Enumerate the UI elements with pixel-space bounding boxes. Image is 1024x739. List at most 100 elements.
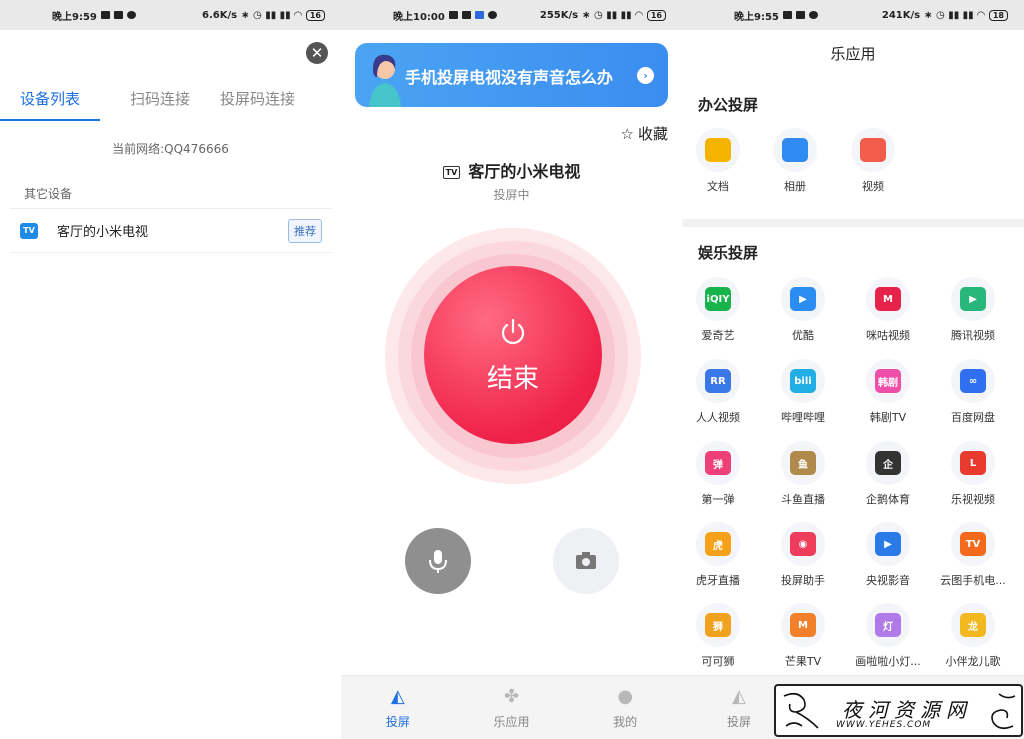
app-logo-icon	[860, 138, 886, 162]
app-icon: TV	[951, 522, 995, 566]
entertainment-app-12[interactable]: 虎虎牙直播	[683, 522, 753, 588]
notification-icon	[461, 11, 471, 19]
entertainment-app-4[interactable]: RR 人人视频	[683, 359, 753, 425]
entertainment-app-3[interactable]: ▶ 腾讯视频	[938, 277, 1008, 343]
app-icon: ∞	[951, 359, 995, 403]
tab-device-list[interactable]: 设备列表	[0, 88, 101, 121]
status-time: 晚上9:59	[52, 11, 97, 23]
signal-icon: ∗ ◷ ▮▮ ▮▮ ◠	[241, 9, 302, 21]
app-icon	[851, 128, 895, 172]
app-label: 优酷	[792, 329, 814, 342]
entertainment-app-6[interactable]: 韩剧 韩剧TV	[853, 359, 923, 425]
entertainment-app-10[interactable]: 企企鹅体育	[853, 441, 923, 507]
app-icon: ▶	[781, 277, 825, 321]
favorite-label: 收藏	[637, 125, 668, 143]
camera-icon	[576, 552, 596, 569]
device-name: 客厅的小米电视	[57, 225, 149, 240]
status-speed: 6.6K/s	[202, 9, 238, 21]
entertainment-app-19[interactable]: 龙小伴龙儿歌	[938, 603, 1008, 669]
entertainment-section-title: 娱乐投屏	[698, 244, 759, 262]
ornament-icon	[783, 692, 819, 729]
connect-tabs: 设备列表 扫码连接 投屏码连接	[0, 88, 329, 121]
entertainment-app-14[interactable]: ▶ 央视影音	[853, 522, 923, 588]
tab-scan-connect[interactable]: 扫码连接	[130, 88, 190, 121]
entertainment-app-1[interactable]: ▶ 优酷	[768, 277, 838, 343]
app-label: 文档	[707, 180, 729, 193]
office-app-2[interactable]: 视频	[838, 128, 908, 194]
app-label: 视频	[862, 180, 884, 193]
entertainment-app-5[interactable]: bili 哔哩哔哩	[768, 359, 838, 425]
app-label: 斗鱼直播	[781, 493, 825, 506]
app-icon: ▶	[866, 522, 910, 566]
entertainment-app-18[interactable]: 灯画啦啦小灯...	[853, 603, 923, 669]
device-row[interactable]: TV 客厅的小米电视 推荐	[10, 208, 332, 253]
section-title: 其它设备	[24, 187, 73, 201]
app-label: 百度网盘	[951, 411, 995, 424]
apps-icon: ✤	[503, 685, 520, 707]
entertainment-app-17[interactable]: M 芒果TV	[768, 603, 838, 669]
app-icon	[696, 128, 740, 172]
notification-icon	[100, 11, 110, 19]
notification-icon	[782, 11, 792, 19]
notification-icon	[487, 11, 497, 19]
nav-cast[interactable]: ◭ 投屏	[341, 676, 455, 739]
power-icon	[424, 318, 602, 352]
current-network: 当前网络:QQ476666	[112, 142, 229, 156]
end-cast-button[interactable]: 结束	[424, 266, 602, 444]
favorite-button[interactable]: ☆ 收藏	[621, 123, 668, 144]
nav-apps[interactable]: ✤ 乐应用	[455, 676, 569, 739]
page-title: 乐应用	[830, 45, 876, 63]
app-label: 爱奇艺	[701, 329, 735, 342]
app-logo-icon: ▶	[790, 287, 816, 311]
app-label: 乐视视频	[951, 493, 995, 506]
star-icon: ☆	[620, 124, 634, 143]
entertainment-app-13[interactable]: ◉ 投屏助手	[768, 522, 838, 588]
office-app-1[interactable]: 相册	[760, 128, 830, 194]
entertainment-app-7[interactable]: ∞ 百度网盘	[938, 359, 1008, 425]
nav-label: 投屏	[385, 714, 410, 729]
app-icon: iQIY	[696, 277, 740, 321]
status-bar: 晚上9:55 241K/s ∗ ◷ ▮▮ ▮▮ ◠ 18	[682, 0, 1024, 30]
battery-icon: 16	[305, 9, 325, 21]
tab-code-connect[interactable]: 投屏码连接	[220, 88, 295, 121]
app-label: 人人视频	[696, 411, 740, 424]
signal-icon: ∗ ◷ ▮▮ ▮▮ ◠	[582, 9, 643, 21]
app-logo-icon: 企	[875, 451, 901, 475]
entertainment-app-9[interactable]: 鱼斗鱼直播	[768, 441, 838, 507]
device-name: 客厅的小米电视	[468, 162, 581, 181]
app-label: 相册	[784, 180, 806, 193]
cast-icon: ◭	[732, 685, 746, 707]
notification-icon	[448, 11, 458, 19]
app-label: 可可狮	[701, 655, 735, 668]
status-speed: 241K/s	[881, 9, 921, 21]
office-app-0[interactable]: 文档	[683, 128, 753, 194]
camera-button[interactable]	[553, 528, 619, 594]
close-button[interactable]: ✕	[306, 42, 328, 64]
app-logo-icon: ▶	[960, 287, 986, 311]
entertainment-app-8[interactable]: 弹第一弹	[683, 441, 753, 507]
entertainment-app-2[interactable]: M 咪咕视频	[853, 277, 923, 343]
entertainment-app-15[interactable]: TV 云图手机电...	[938, 522, 1008, 588]
nav-mine[interactable]: ● 我的	[568, 676, 682, 739]
app-label: 哔哩哔哩	[781, 411, 825, 424]
app-logo-icon: M	[790, 613, 816, 637]
notification-icon	[113, 11, 123, 19]
help-banner[interactable]: 手机投屏电视没有声音怎么办 ›	[355, 43, 668, 107]
app-icon: ◉	[781, 522, 825, 566]
entertainment-app-11[interactable]: L 乐视视频	[938, 441, 1008, 507]
app-label: 云图手机电...	[940, 574, 1006, 587]
app-label: 画啦啦小灯...	[855, 655, 921, 668]
app-icon: 虎	[696, 522, 740, 566]
user-icon: ●	[617, 685, 634, 707]
app-label: 腾讯视频	[951, 329, 995, 342]
entertainment-app-16[interactable]: 狮可可狮	[683, 603, 753, 669]
entertainment-app-0[interactable]: iQIY 爱奇艺	[683, 277, 753, 343]
microphone-button[interactable]	[405, 528, 471, 594]
app-logo-icon: iQIY	[705, 287, 731, 311]
app-logo-icon: 狮	[705, 613, 731, 637]
chevron-right-icon: ›	[637, 67, 654, 84]
app-label: 芒果TV	[784, 655, 822, 668]
app-icon: 鱼	[781, 441, 825, 485]
battery-icon: 18	[988, 9, 1008, 21]
app-icon: ▶	[951, 277, 995, 321]
